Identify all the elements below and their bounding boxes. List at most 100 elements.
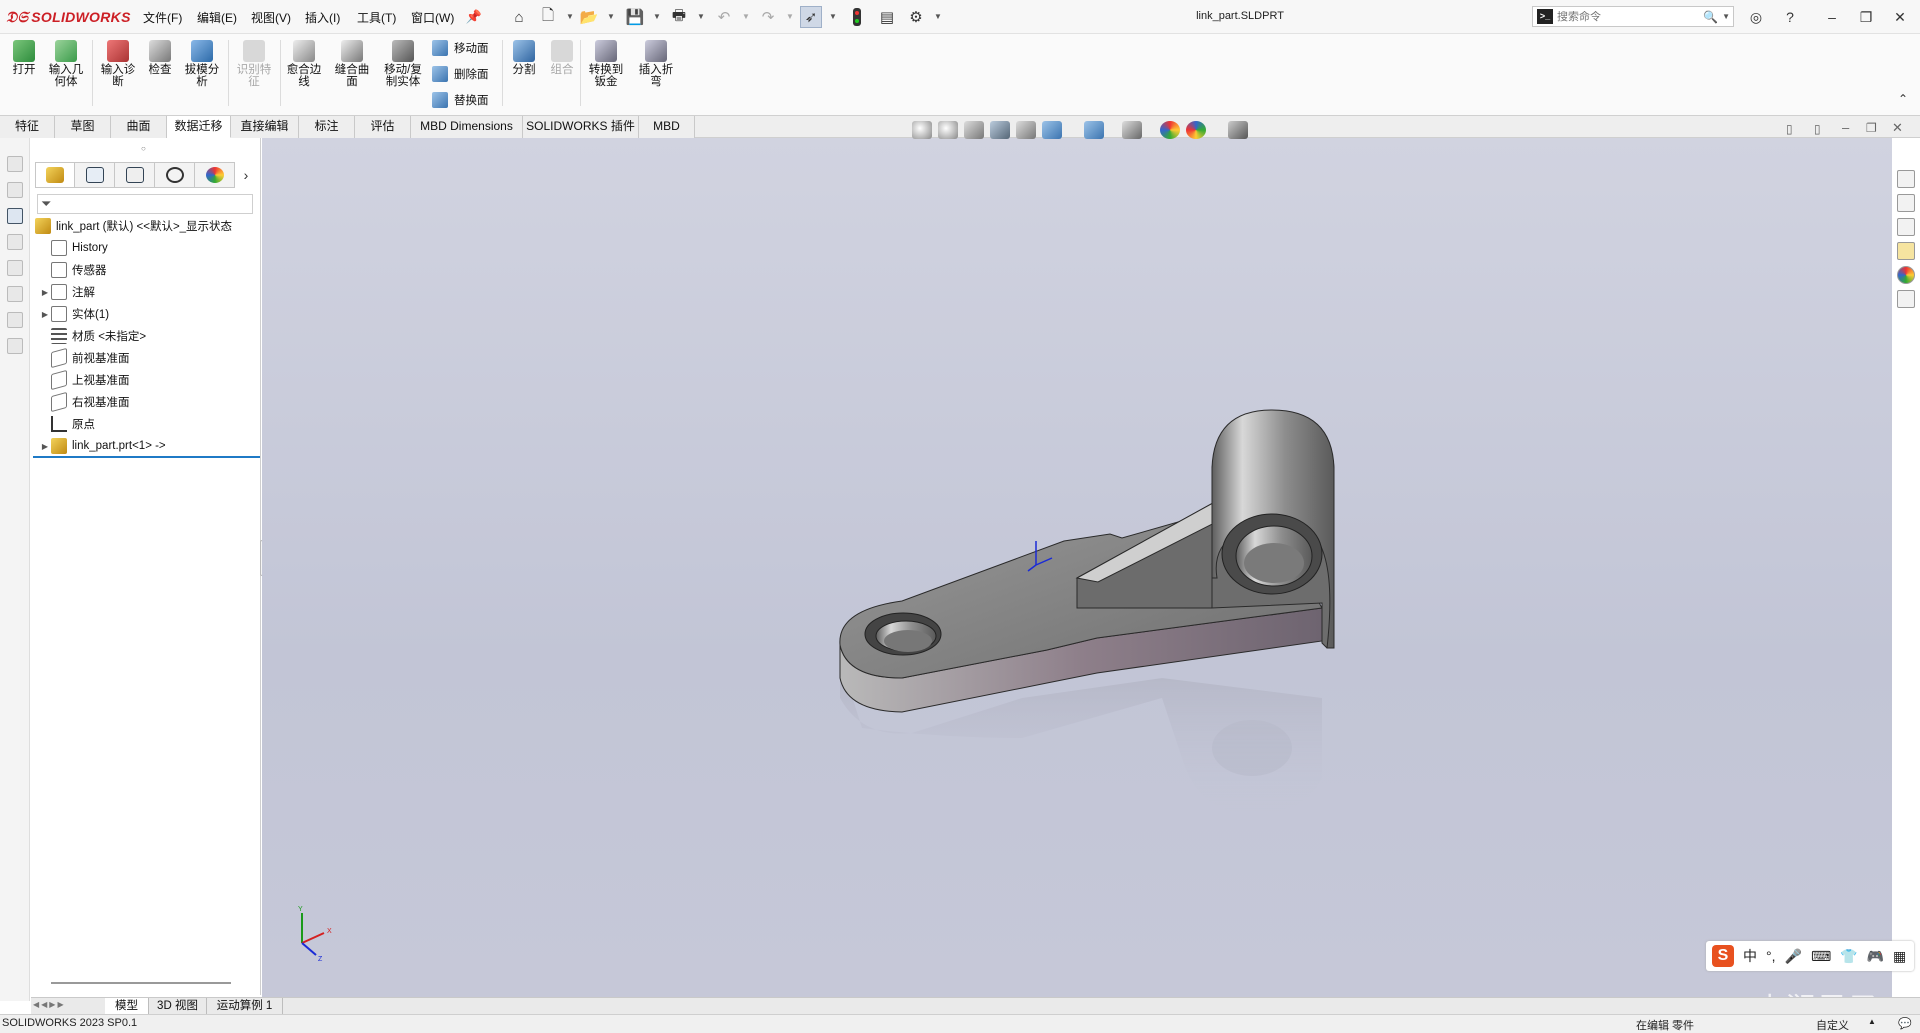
expand-arrow-icon[interactable]: ▶ xyxy=(39,288,51,297)
panel-grip-icon[interactable]: ○ xyxy=(141,144,146,153)
select-cursor-icon[interactable]: ➶ xyxy=(800,6,822,28)
view-orientation-icon[interactable] xyxy=(1042,121,1062,139)
panel-more-tabs[interactable]: › xyxy=(235,162,257,188)
zoom-to-area-icon[interactable] xyxy=(938,121,958,139)
close-icon[interactable]: ✕ xyxy=(1886,4,1914,30)
microphone-icon[interactable]: 🎤 xyxy=(1785,948,1802,965)
part-model[interactable] xyxy=(262,138,1892,1001)
tab-solidworks-addins[interactable]: SOLIDWORKS 插件 xyxy=(523,116,639,138)
redo-dropdown-icon[interactable]: ▼ xyxy=(786,12,794,21)
section-view-icon[interactable] xyxy=(990,121,1010,139)
expand-arrow-icon[interactable]: ▶ xyxy=(39,442,51,451)
save-icon[interactable]: 💾 xyxy=(624,6,646,28)
sketch-tool-icon[interactable] xyxy=(7,156,23,172)
view-tool-icon[interactable] xyxy=(7,260,23,276)
dynamic-annotation-icon[interactable] xyxy=(1016,121,1036,139)
file-properties-icon[interactable]: ▤ xyxy=(876,6,898,28)
restore-icon[interactable]: ❐ xyxy=(1852,4,1880,30)
tile-right-icon[interactable]: ▯ xyxy=(1814,122,1821,136)
ime-toolbar[interactable]: S 中 °, 🎤 ⌨ 👕 🎮 ▦ xyxy=(1706,941,1914,971)
open-dropdown-icon[interactable]: ▼ xyxy=(607,12,615,21)
tree-item-imported-feature[interactable]: ▶ link_part.prt<1> -> xyxy=(39,436,166,456)
feature-recognition-button[interactable]: 识别特征 xyxy=(232,40,276,88)
viewport-close-icon[interactable]: ✕ xyxy=(1892,120,1903,136)
menu-edit[interactable]: 编辑(E) xyxy=(197,9,237,26)
previous-view-icon[interactable] xyxy=(964,121,984,139)
skin-icon[interactable]: 👕 xyxy=(1840,948,1857,965)
combine-button[interactable]: 组合 xyxy=(544,40,580,76)
options-dropdown-icon[interactable]: ▼ xyxy=(934,12,942,21)
tab-motion-study[interactable]: 运动算例 1 xyxy=(207,998,283,1014)
rollback-bar[interactable] xyxy=(33,456,260,458)
home-icon[interactable]: ⌂ xyxy=(508,6,530,28)
punctuation-icon[interactable]: °, xyxy=(1766,948,1776,964)
property-manager-tab[interactable] xyxy=(75,162,115,188)
select-dropdown-icon[interactable]: ▼ xyxy=(829,12,837,21)
redo-icon[interactable]: ↷ xyxy=(757,6,779,28)
move-face-button[interactable]: 移动面 xyxy=(432,38,489,58)
tree-item-annotations[interactable]: ▶ 注解 xyxy=(39,282,95,302)
search-box[interactable]: >_ 🔍 ▼ xyxy=(1532,6,1734,27)
file-explorer-icon[interactable] xyxy=(1897,218,1915,236)
tab-scroll-arrows-icon[interactable]: ◀◀▶▶ xyxy=(33,1000,66,1009)
smart-dimension-icon[interactable] xyxy=(7,182,23,198)
tab-3d-views[interactable]: 3D 视图 xyxy=(149,998,207,1014)
notification-icon[interactable]: 💬 xyxy=(1898,1017,1912,1030)
keyboard-icon[interactable]: ⌨ xyxy=(1811,948,1831,965)
tree-item-front-plane[interactable]: 前视基准面 xyxy=(39,347,130,369)
feature-manager-tab[interactable] xyxy=(35,162,75,188)
options-gear-icon[interactable]: ⚙ xyxy=(905,6,927,28)
section-tool-icon[interactable] xyxy=(7,312,23,328)
search-icon[interactable]: 🔍 xyxy=(1703,10,1718,24)
design-library-icon[interactable] xyxy=(1897,194,1915,212)
view-palette-icon[interactable] xyxy=(1897,242,1915,260)
configuration-manager-tab[interactable] xyxy=(115,162,155,188)
tab-model[interactable]: 模型 xyxy=(105,998,149,1014)
new-document-icon[interactable]: 🗋 xyxy=(537,6,559,28)
print-dropdown-icon[interactable]: ▼ xyxy=(697,12,705,21)
menu-window[interactable]: 窗口(W) xyxy=(411,9,454,26)
viewport-minimize-icon[interactable]: – xyxy=(1842,120,1849,135)
tree-item-top-plane[interactable]: 上视基准面 xyxy=(39,369,130,391)
hide-show-items-icon[interactable] xyxy=(1122,121,1142,139)
apply-scene-icon[interactable] xyxy=(1186,121,1206,139)
display-tool-icon[interactable] xyxy=(7,286,23,302)
ime-language[interactable]: 中 xyxy=(1743,946,1757,966)
horizontal-scrollbar[interactable] xyxy=(51,982,231,984)
solidworks-logo[interactable]: 𝔇𝔖 SOLIDWORKS xyxy=(6,8,131,26)
menu-view[interactable]: 视图(V) xyxy=(251,9,291,26)
appearances-icon[interactable] xyxy=(1897,266,1915,284)
collapse-ribbon-icon[interactable]: ⌃ xyxy=(1898,92,1908,106)
units-dropdown-icon[interactable]: ▲ xyxy=(1868,1017,1876,1026)
convert-sheet-metal-button[interactable]: 转换到钣金 xyxy=(584,40,628,88)
reference-geometry-icon[interactable] xyxy=(7,234,23,250)
tab-mbd-dimensions[interactable]: MBD Dimensions xyxy=(411,116,523,138)
replace-face-button[interactable]: 替换面 xyxy=(432,90,489,110)
display-manager-tab[interactable] xyxy=(195,162,235,188)
view-settings-icon[interactable] xyxy=(1228,121,1248,139)
import-geometry-button[interactable]: 输入几何体 xyxy=(44,40,88,88)
edit-appearance-icon[interactable] xyxy=(1160,121,1180,139)
open-folder-icon[interactable]: 📂 xyxy=(578,6,600,28)
toolbox-icon[interactable]: ▦ xyxy=(1893,948,1906,965)
minimize-icon[interactable]: – xyxy=(1818,4,1846,30)
viewport-restore-icon[interactable]: ❐ xyxy=(1866,121,1877,135)
measure-tool-icon[interactable] xyxy=(7,338,23,354)
split-button[interactable]: 分割 xyxy=(506,40,542,76)
rebuild-traffic-light-icon[interactable] xyxy=(846,6,868,28)
heal-edges-button[interactable]: 愈合边线 xyxy=(282,40,326,88)
display-style-icon[interactable] xyxy=(1084,121,1104,139)
menu-file[interactable]: 文件(F) xyxy=(143,9,182,26)
new-dropdown-icon[interactable]: ▼ xyxy=(566,12,574,21)
search-dropdown-icon[interactable]: ▼ xyxy=(1722,12,1730,21)
save-dropdown-icon[interactable]: ▼ xyxy=(653,12,661,21)
tree-item-origin[interactable]: 原点 xyxy=(39,414,95,434)
solidworks-resources-icon[interactable] xyxy=(1897,170,1915,188)
tree-item-material[interactable]: 材质 <未指定> xyxy=(39,326,146,346)
game-icon[interactable]: 🎮 xyxy=(1867,948,1884,965)
import-diagnostics-button[interactable]: 输入诊断 xyxy=(96,40,140,88)
menu-tools[interactable]: 工具(T) xyxy=(357,9,396,26)
units-status[interactable]: 自定义 xyxy=(1816,1017,1849,1033)
graphics-area[interactable]: Y X Z S 中 °, 🎤 ⌨ 👕 🎮 ▦ CSDN @山涧果子 xyxy=(262,138,1914,1026)
undo-icon[interactable]: ↶ xyxy=(713,6,735,28)
